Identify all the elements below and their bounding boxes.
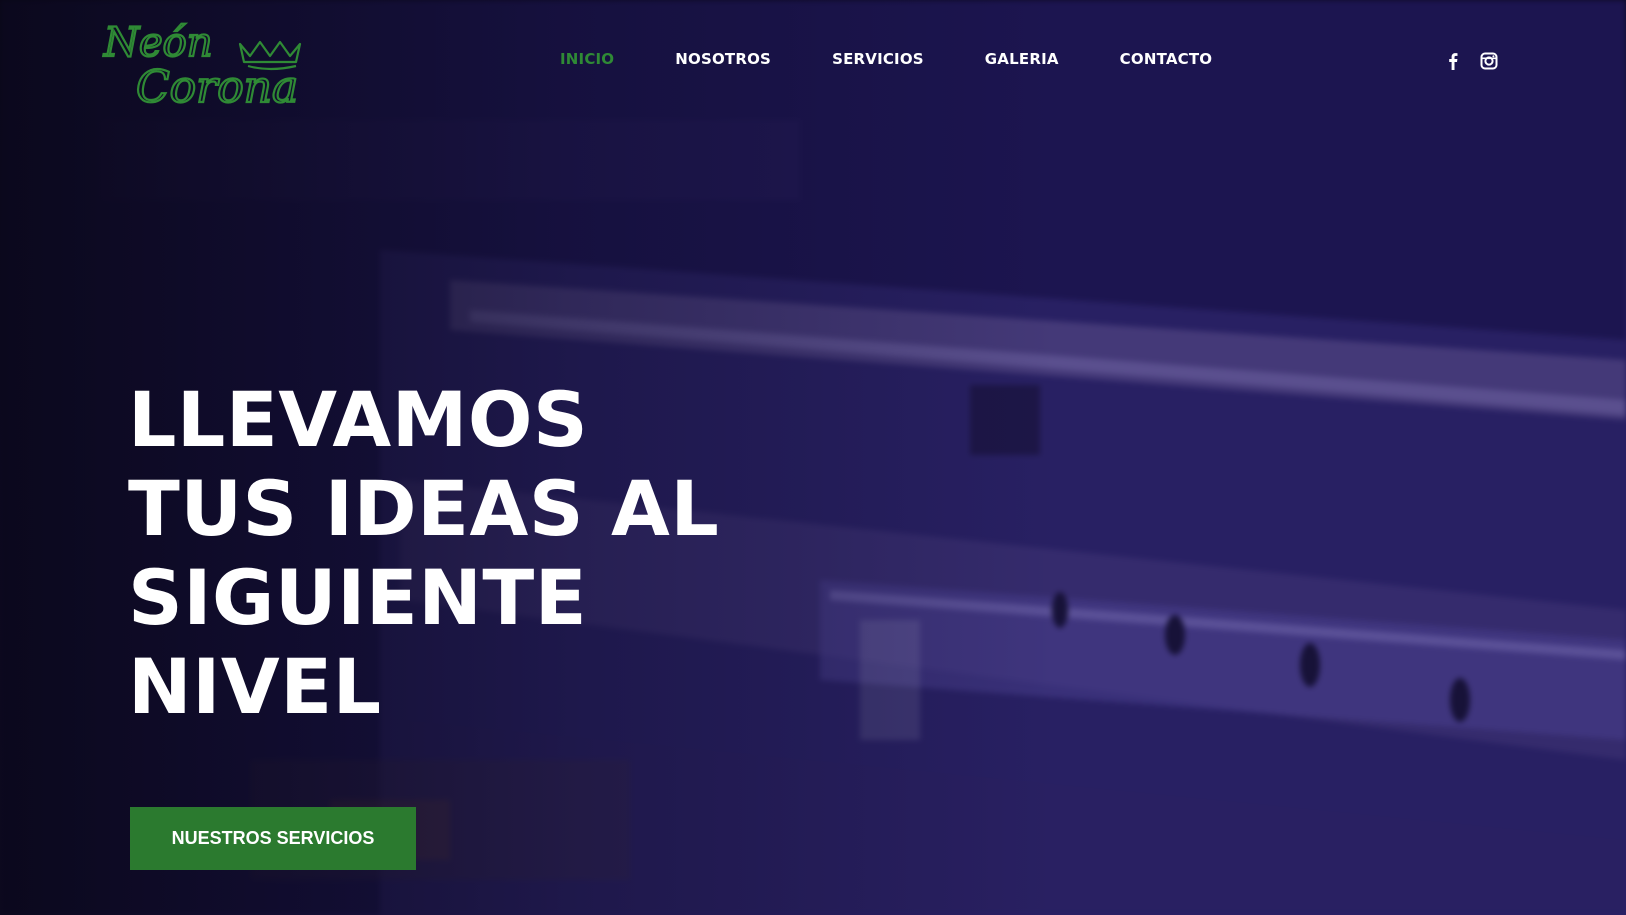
logo-text-neon: Neón <box>103 20 213 66</box>
neon-corona-logo[interactable]: Neón Corona <box>100 16 360 112</box>
headline-line: NIVEL <box>128 642 382 731</box>
nav-item-servicios[interactable]: SERVICIOS <box>832 50 924 68</box>
instagram-icon[interactable] <box>1478 50 1500 72</box>
headline-line: SIGUIENTE <box>128 553 588 642</box>
nav-item-galeria[interactable]: GALERIA <box>985 50 1059 68</box>
facebook-icon[interactable] <box>1442 50 1464 72</box>
headline-line: LLEVAMOS <box>128 375 589 464</box>
headline-line: TUS IDEAS AL <box>128 464 720 553</box>
nuestros-servicios-button[interactable]: NUESTROS SERVICIOS <box>130 807 416 870</box>
hero-section: Neón Corona INICIO NOSOTROS SERVICIOS GA… <box>0 0 1626 915</box>
hero-headline: LLEVAMOS TUS IDEAS AL SIGUIENTE NIVEL <box>128 375 719 731</box>
nav-item-inicio[interactable]: INICIO <box>560 50 614 68</box>
nav-item-contacto[interactable]: CONTACTO <box>1120 50 1213 68</box>
main-navigation: INICIO NOSOTROS SERVICIOS GALERIA CONTAC… <box>560 50 1273 68</box>
social-links <box>1442 50 1500 72</box>
nav-item-nosotros[interactable]: NOSOTROS <box>675 50 771 68</box>
